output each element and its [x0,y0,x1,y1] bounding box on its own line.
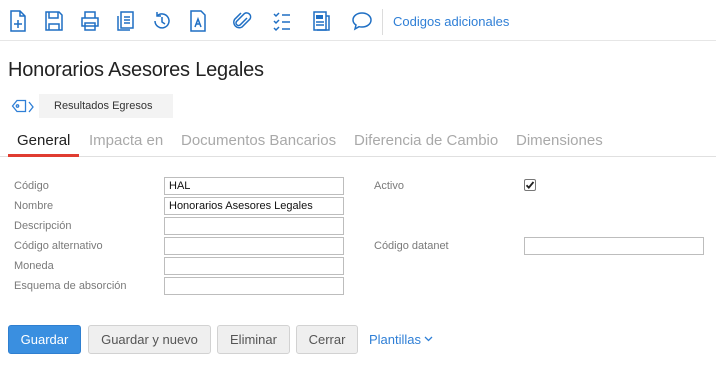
activo-label: Activo [374,180,404,192]
new-document-icon[interactable] [7,9,29,33]
descripcion-field[interactable] [164,217,344,235]
plantillas-dropdown[interactable]: Plantillas [369,332,433,347]
page-title: Honorarios Asesores Legales [8,59,264,81]
guardar-button[interactable]: Guardar [8,325,81,354]
codigo-label: Código [14,180,49,192]
tab-dimensiones[interactable]: Dimensiones [516,132,603,149]
notes-icon[interactable] [310,9,332,33]
eliminar-button[interactable]: Eliminar [217,325,290,354]
nombre-field[interactable]: Honorarios Asesores Legales [164,197,344,215]
active-tab-indicator [8,154,79,157]
text-document-icon[interactable] [187,9,209,33]
checklist-icon[interactable] [271,9,293,33]
tab-bar: General Impacta en Documentos Bancarios … [0,126,716,157]
nombre-label: Nombre [14,200,54,212]
history-icon[interactable] [151,9,173,33]
tag-icon[interactable] [11,99,27,113]
save-icon[interactable] [43,9,65,33]
tab-general[interactable]: General [17,132,70,149]
codigo-datanet-field[interactable] [524,237,704,255]
tab-impacta-en[interactable]: Impacta en [89,132,163,149]
codigo-alternativo-field[interactable] [164,237,344,255]
descripcion-label: Descripción [14,220,72,232]
esquema-absorcion-field[interactable] [164,277,344,295]
copy-icon[interactable] [115,9,137,33]
toolbar: Codigos adicionales [0,0,716,41]
tab-diferencia-de-cambio[interactable]: Diferencia de Cambio [354,132,498,149]
codigo-datanet-label: Código datanet [374,240,449,252]
esquema-absorcion-label: Esquema de absorción [14,280,127,292]
codigo-alternativo-label: Código alternativo [14,240,103,252]
moneda-field[interactable] [164,257,344,275]
guardar-y-nuevo-button[interactable]: Guardar y nuevo [88,325,211,354]
toolbar-separator [382,9,383,35]
plantillas-label: Plantillas [369,332,422,347]
chevron-right-icon [28,100,34,113]
activo-checkbox[interactable] [524,179,536,191]
codigo-field[interactable]: HAL [164,177,344,195]
tab-documentos-bancarios[interactable]: Documentos Bancarios [181,132,336,149]
cerrar-button[interactable]: Cerrar [296,325,358,354]
chevron-down-icon [424,336,433,342]
attachment-icon[interactable] [231,9,253,33]
breadcrumb-tag[interactable]: Resultados Egresos [39,94,173,118]
codigos-adicionales-link[interactable]: Codigos adicionales [393,14,509,29]
moneda-label: Moneda [14,260,54,272]
comment-icon[interactable] [351,9,373,33]
print-icon[interactable] [79,9,101,33]
